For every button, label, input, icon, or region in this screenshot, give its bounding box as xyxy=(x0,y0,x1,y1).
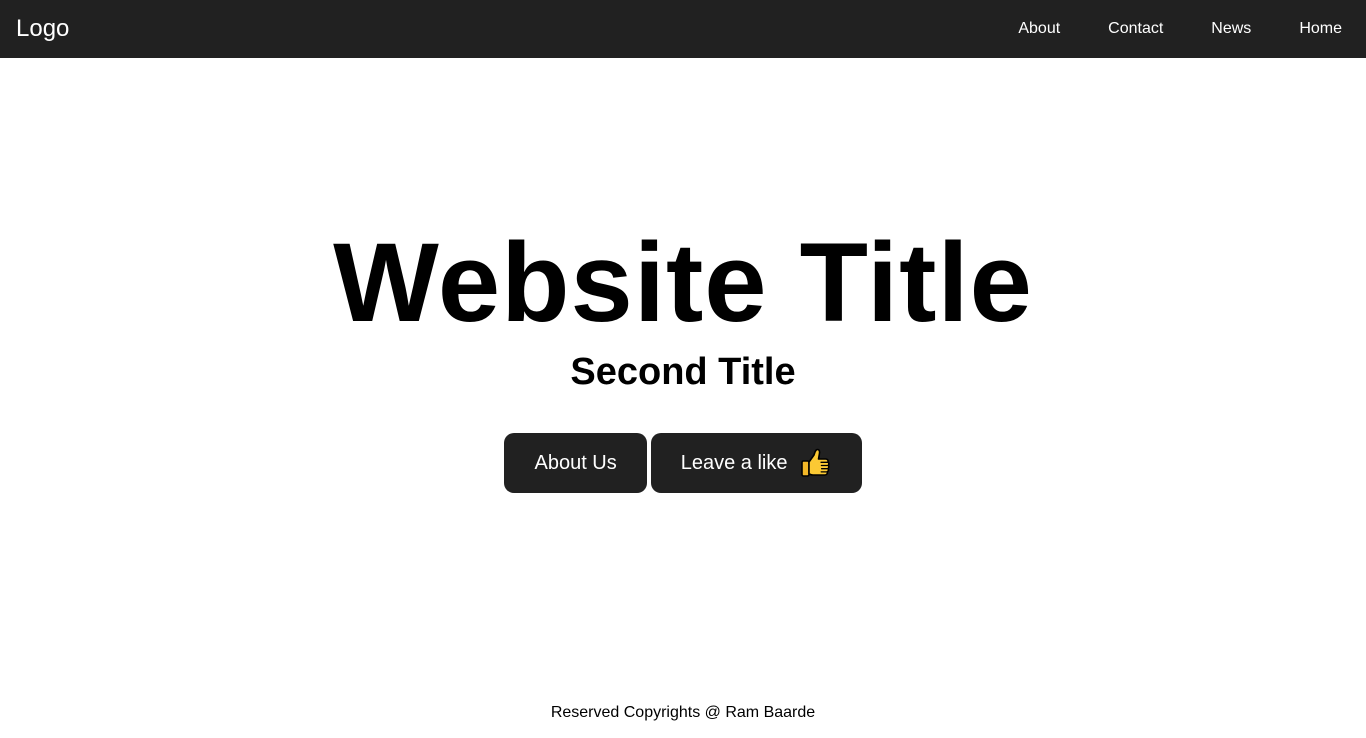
nav-links: About Contact News Home xyxy=(994,0,1366,58)
page-title: Website Title xyxy=(333,220,1033,345)
logo[interactable]: Logo xyxy=(16,14,69,44)
about-us-button[interactable]: About Us xyxy=(504,433,647,493)
footer-copyright: Reserved Copyrights @ Ram Baarde xyxy=(550,704,816,721)
hero-buttons: About Us Leave a like xyxy=(0,433,1366,493)
hero-section: Website Title Second Title About Us Leav… xyxy=(0,218,1366,493)
nav-link-about[interactable]: About xyxy=(994,0,1084,58)
top-navbar: Logo About Contact News Home xyxy=(0,0,1366,58)
leave-a-like-button-label: Leave a like xyxy=(680,451,788,474)
thumbs-up-icon xyxy=(798,446,832,480)
nav-link-home[interactable]: Home xyxy=(1275,0,1366,58)
leave-a-like-button[interactable]: Leave a like xyxy=(650,433,862,493)
about-us-button-label: About Us xyxy=(534,451,617,474)
page-subtitle: Second Title xyxy=(570,351,796,393)
nav-link-contact[interactable]: Contact xyxy=(1084,0,1187,58)
nav-link-news[interactable]: News xyxy=(1187,0,1275,58)
